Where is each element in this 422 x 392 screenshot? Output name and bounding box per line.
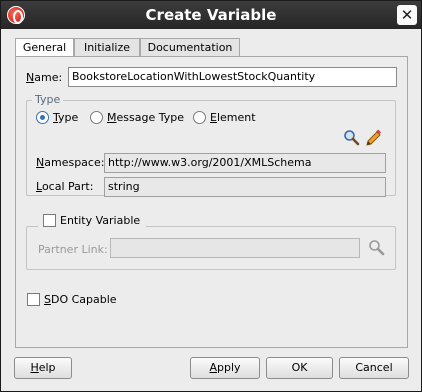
- title-bar[interactable]: Create Variable ✕: [1, 1, 421, 29]
- partner-link-field: [110, 238, 360, 258]
- edit-pencil-icon[interactable]: [365, 129, 382, 146]
- name-input[interactable]: BookstoreLocationWithLowestStockQuantity: [68, 67, 397, 87]
- type-radio[interactable]: [36, 111, 49, 124]
- cancel-button[interactable]: Cancel: [339, 357, 409, 379]
- message-type-radio[interactable]: [90, 111, 103, 124]
- entity-variable-checkbox[interactable]: [43, 214, 56, 227]
- tab-documentation[interactable]: Documentation: [140, 38, 240, 57]
- ok-button[interactable]: OK: [266, 357, 333, 379]
- partner-link-search-icon: [369, 240, 385, 256]
- namespace-label: Namespace:: [36, 156, 105, 169]
- type-group-title: Type: [32, 93, 64, 106]
- create-variable-dialog: Create Variable ✕ General Initialize Doc…: [0, 0, 422, 392]
- element-radio[interactable]: [193, 111, 206, 124]
- dialog-title: Create Variable: [145, 6, 277, 24]
- local-part-field[interactable]: string: [104, 177, 386, 197]
- message-type-radio-label: Message Type: [107, 111, 184, 124]
- type-radio-label: Type: [53, 111, 79, 124]
- tab-general[interactable]: General: [15, 38, 74, 58]
- app-icon: [7, 6, 25, 24]
- partner-link-label: Partner Link:: [38, 243, 108, 256]
- sdo-capable-checkbox[interactable]: [27, 293, 40, 306]
- sdo-capable-label: SDO Capable: [44, 293, 117, 306]
- apply-button[interactable]: Apply: [190, 357, 260, 379]
- local-part-label: Local Part:: [36, 180, 94, 193]
- name-label: Name:: [26, 71, 63, 84]
- tab-initialize[interactable]: Initialize: [74, 38, 140, 57]
- close-icon[interactable]: ✕: [397, 5, 417, 25]
- entity-variable-label: Entity Variable: [60, 214, 141, 227]
- general-panel: Name: BookstoreLocationWithLowestStockQu…: [15, 56, 408, 348]
- element-radio-label: Element: [210, 111, 256, 124]
- namespace-field[interactable]: http://www.w3.org/2001/XMLSchema: [104, 153, 386, 173]
- search-icon[interactable]: [343, 129, 360, 146]
- help-button[interactable]: Help: [14, 357, 72, 379]
